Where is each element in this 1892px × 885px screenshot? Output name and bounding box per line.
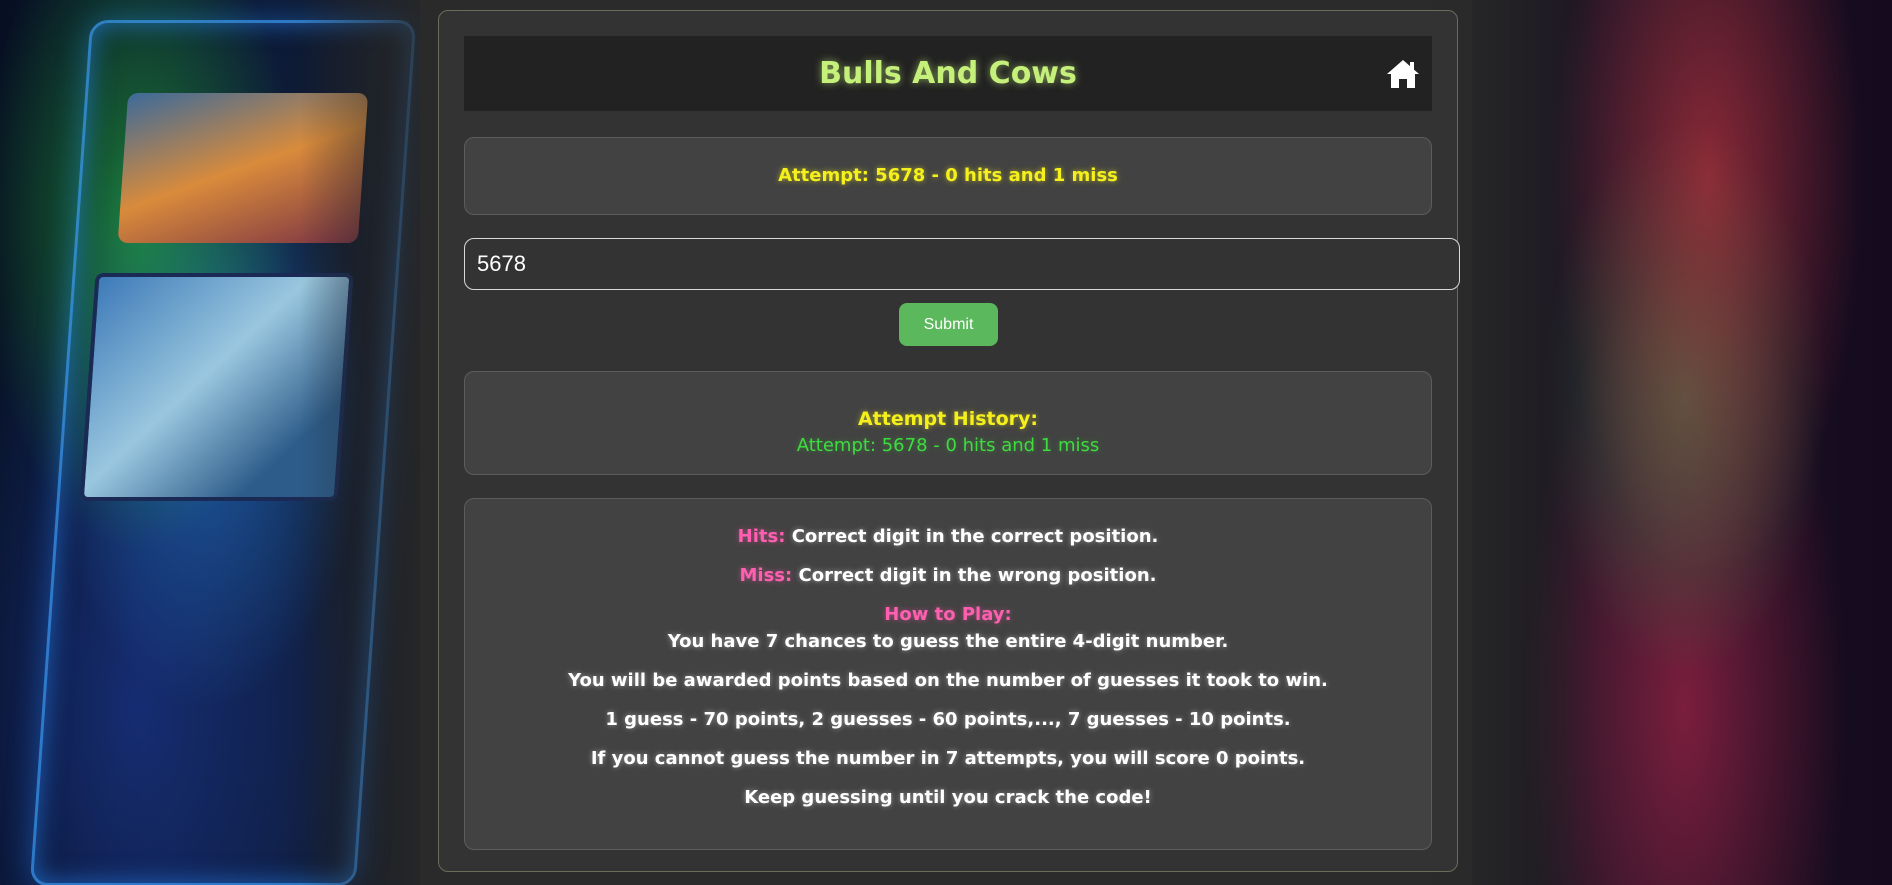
how-to-play-heading: How to Play: — [884, 604, 1012, 625]
rule-line: Keep guessing until you crack the code! — [744, 787, 1152, 808]
guess-input[interactable] — [464, 238, 1460, 290]
rule-line: If you cannot guess the number in 7 atte… — [590, 748, 1306, 769]
status-message: Attempt: 5678 - 0 hits and 1 miss — [778, 165, 1118, 186]
status-panel: Attempt: 5678 - 0 hits and 1 miss — [464, 137, 1432, 215]
rule-line: You will be awarded points based on the … — [568, 670, 1328, 691]
miss-label: Miss: — [739, 565, 793, 586]
game-container: Bulls And Cows Attempt: 5678 - 0 hits an… — [438, 10, 1460, 872]
submit-button[interactable]: Submit — [899, 303, 998, 346]
attempt-history-item: Attempt: 5678 - 0 hits and 1 miss — [796, 435, 1100, 456]
attempt-history-panel: Attempt History: Attempt: 5678 - 0 hits … — [464, 371, 1432, 475]
rules-panel: Hits: Correct digit in the correct posit… — [464, 498, 1432, 850]
rule-line: 1 guess - 70 points, 2 guesses - 60 poin… — [605, 709, 1291, 730]
home-icon — [1387, 60, 1419, 88]
page-title: Bulls And Cows — [819, 56, 1077, 91]
miss-description: Correct digit in the wrong position. — [798, 565, 1157, 586]
background-fade-left — [300, 0, 460, 885]
attempt-history-title: Attempt History: — [857, 408, 1039, 430]
header-bar: Bulls And Cows — [464, 36, 1432, 111]
hits-description: Correct digit in the correct position. — [791, 526, 1159, 547]
rule-line: You have 7 chances to guess the entire 4… — [667, 631, 1229, 652]
rule-hits: Hits: Correct digit in the correct posit… — [465, 526, 1431, 547]
hits-label: Hits: — [737, 526, 786, 547]
rule-miss: Miss: Correct digit in the wrong positio… — [465, 565, 1431, 586]
home-button[interactable] — [1386, 58, 1420, 90]
